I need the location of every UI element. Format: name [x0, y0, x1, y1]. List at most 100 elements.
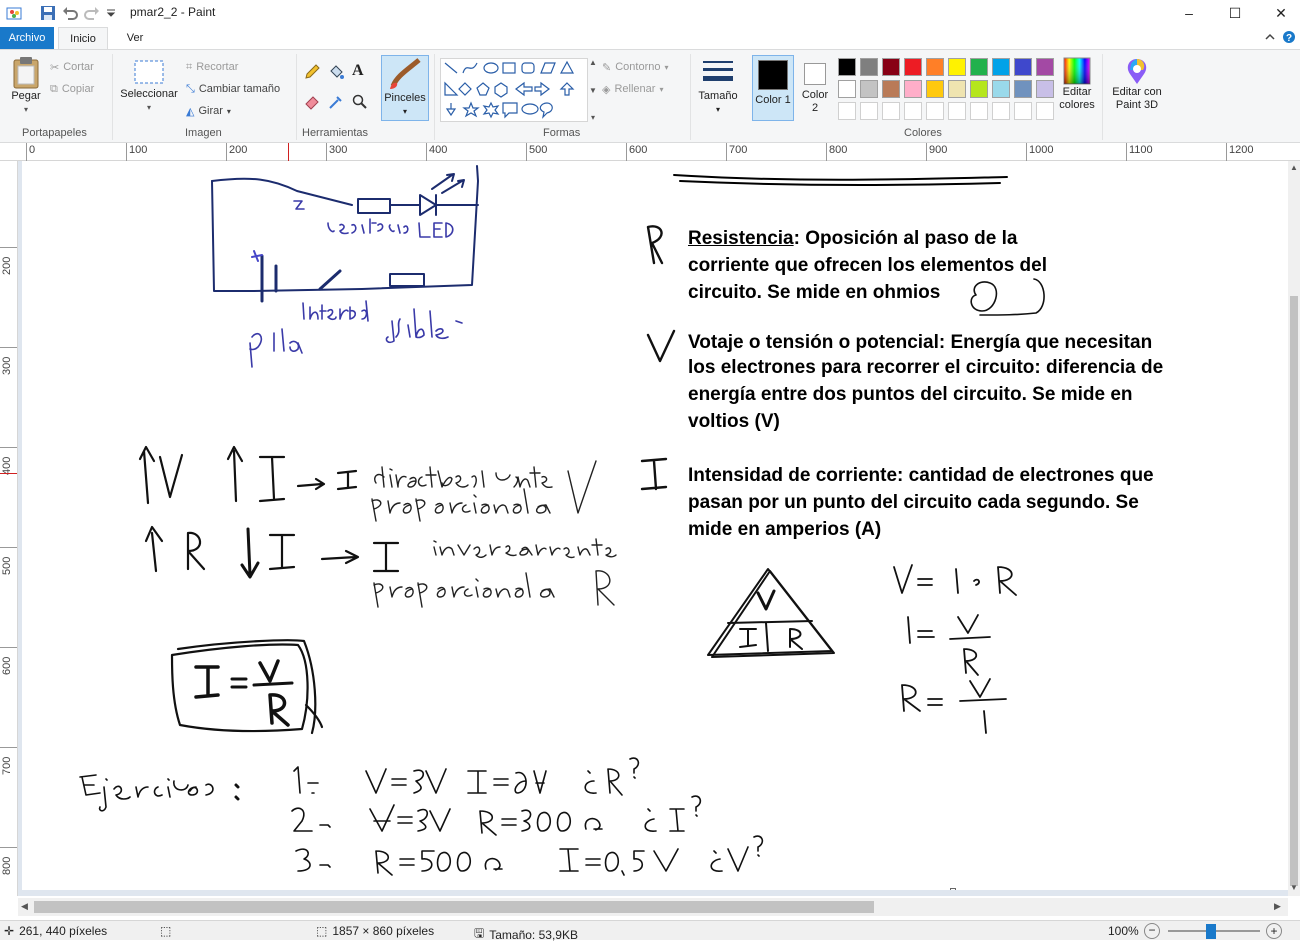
copy-button[interactable]: ⧉ Copiar — [50, 80, 94, 98]
palette-swatch[interactable] — [882, 80, 900, 98]
palette-swatch[interactable] — [904, 58, 922, 76]
canvas-resize-handle[interactable] — [950, 888, 956, 890]
palette-swatch[interactable] — [882, 58, 900, 76]
scroll-down-icon[interactable]: ▼ — [1290, 883, 1298, 892]
custom-color-slot[interactable] — [948, 102, 966, 120]
custom-color-slot[interactable] — [926, 102, 944, 120]
palette-swatch[interactable] — [838, 58, 856, 76]
zoom-level: 100% — [1108, 924, 1139, 938]
vertical-scrollbar[interactable]: ▲ ▼ — [1288, 161, 1300, 896]
separator — [296, 54, 297, 140]
status-bar: ✛ 261, 440 píxeles ⬚ ⬚ 1857 × 860 píxele… — [0, 920, 1300, 942]
magnifier-icon[interactable] — [352, 94, 368, 113]
outline-icon: ✎ — [602, 61, 612, 74]
intensidad-line2: pasan por un punto del circuito cada seg… — [688, 492, 1139, 513]
redo-icon[interactable] — [82, 4, 102, 22]
custom-color-slot[interactable] — [992, 102, 1010, 120]
resize-icon: ⤡ — [186, 82, 195, 95]
custom-color-slot[interactable] — [970, 102, 988, 120]
tab-archivo[interactable]: Archivo — [0, 27, 54, 49]
close-button[interactable]: ✕ — [1258, 0, 1300, 26]
crop-button[interactable]: ⌗ Recortar — [186, 58, 238, 76]
custom-color-slot[interactable] — [838, 102, 856, 120]
customize-quick-access-icon[interactable] — [104, 4, 118, 22]
horizontal-scrollbar[interactable]: ◀ ▶ — [18, 898, 1288, 916]
palette-swatch[interactable] — [1014, 80, 1032, 98]
tab-inicio[interactable]: Inicio — [58, 27, 108, 49]
cut-button[interactable]: ✂ Cortar — [50, 58, 94, 76]
custom-color-slot[interactable] — [1036, 102, 1054, 120]
voltaje-line4: voltios (V) — [688, 411, 780, 432]
paste-button[interactable]: Pegar ▾ — [8, 56, 44, 116]
palette-swatch[interactable] — [992, 80, 1010, 98]
ruler-label: 1000 — [1029, 144, 1054, 156]
fill-bucket-icon[interactable] — [328, 64, 344, 83]
scroll-right-icon[interactable]: ▶ — [1274, 901, 1281, 912]
color1-label: Color 1 — [755, 94, 791, 106]
ruler-label: 900 — [929, 144, 948, 156]
palette-swatch[interactable] — [1036, 80, 1054, 98]
tab-ver[interactable]: Ver — [118, 27, 152, 49]
save-icon[interactable] — [38, 4, 58, 22]
horizontal-ruler: 0 100 200 300 400 500 600 700 800 900 1000 1100 1200 — [0, 143, 1300, 161]
outline-button[interactable]: ✎ Contorno ▾ — [602, 58, 669, 76]
separator — [112, 54, 113, 140]
custom-color-slot[interactable] — [860, 102, 878, 120]
palette-swatch[interactable] — [860, 80, 878, 98]
custom-color-slot[interactable] — [904, 102, 922, 120]
horizontal-scroll-thumb[interactable] — [34, 901, 874, 913]
size-button[interactable]: Tamaño ▾ — [696, 58, 740, 116]
help-icon[interactable]: ? — [1282, 30, 1296, 47]
fill-button[interactable]: ◈ Rellenar ▾ — [602, 80, 663, 98]
color1-button[interactable]: Color 1 — [752, 55, 794, 121]
scroll-up-icon[interactable]: ▲ — [1290, 163, 1298, 172]
palette-swatch[interactable] — [948, 80, 966, 98]
copy-icon: ⧉ — [50, 82, 58, 95]
pencil-icon[interactable] — [304, 64, 320, 83]
color2-button[interactable]: Color 2 — [798, 55, 832, 121]
chevron-down-icon: ▾ — [402, 107, 407, 116]
resize-button[interactable]: ⤡ Cambiar tamaño — [186, 80, 280, 98]
palette-swatch[interactable] — [992, 58, 1010, 76]
eraser-icon[interactable] — [304, 94, 320, 113]
resize-label: Cambiar tamaño — [198, 83, 281, 95]
vertical-scroll-thumb[interactable] — [1290, 296, 1298, 886]
ruler-tick — [826, 143, 827, 161]
palette-swatch[interactable] — [1036, 58, 1054, 76]
palette-swatch[interactable] — [948, 58, 966, 76]
palette-swatch[interactable] — [970, 80, 988, 98]
zoom-slider-thumb[interactable] — [1206, 924, 1216, 939]
maximize-button[interactable]: ☐ — [1212, 0, 1258, 26]
zoom-in-button[interactable]: + — [1266, 923, 1282, 939]
shapes-scroll[interactable]: ▲ ▼ ▾ — [588, 58, 598, 122]
voltaje-line3: energía entre dos puntos del circuito. S… — [688, 384, 1133, 405]
palette-swatch[interactable] — [904, 80, 922, 98]
minimize-button[interactable]: – — [1166, 0, 1212, 26]
edit-colors-button[interactable]: Editar colores — [1056, 56, 1098, 112]
resistencia-line1: Resistencia: Oposición al paso de la — [688, 225, 1017, 252]
collapse-ribbon-icon[interactable] — [1264, 31, 1276, 46]
color-picker-icon[interactable] — [328, 94, 344, 113]
crop-icon: ⌗ — [186, 60, 193, 73]
custom-color-slot[interactable] — [1014, 102, 1032, 120]
rotate-button[interactable]: ◭ Girar ▾ — [186, 102, 231, 120]
text-tool-icon[interactable]: A — [352, 62, 364, 80]
drawing-canvas[interactable]: Resistencia: Oposición al paso de la cor… — [22, 161, 1288, 890]
undo-icon[interactable] — [60, 4, 80, 22]
color-spectrum-icon — [1063, 57, 1091, 85]
palette-swatch[interactable] — [1014, 58, 1032, 76]
custom-color-slot[interactable] — [882, 102, 900, 120]
cursor-position-text: 261, 440 píxeles — [19, 924, 108, 938]
select-button[interactable]: Seleccionar ▾ — [118, 58, 180, 114]
edit-paint3d-button[interactable]: Editar con Paint 3D — [1106, 56, 1168, 112]
palette-swatch[interactable] — [926, 58, 944, 76]
image-dimensions: ⬚ 1857 × 860 píxeles — [316, 924, 434, 938]
scroll-left-icon[interactable]: ◀ — [21, 901, 28, 912]
palette-swatch[interactable] — [860, 58, 878, 76]
brushes-button[interactable]: Pinceles ▾ — [381, 55, 429, 121]
shapes-gallery[interactable] — [440, 58, 588, 122]
palette-swatch[interactable] — [838, 80, 856, 98]
palette-swatch[interactable] — [970, 58, 988, 76]
zoom-out-button[interactable]: − — [1144, 923, 1160, 939]
palette-swatch[interactable] — [926, 80, 944, 98]
